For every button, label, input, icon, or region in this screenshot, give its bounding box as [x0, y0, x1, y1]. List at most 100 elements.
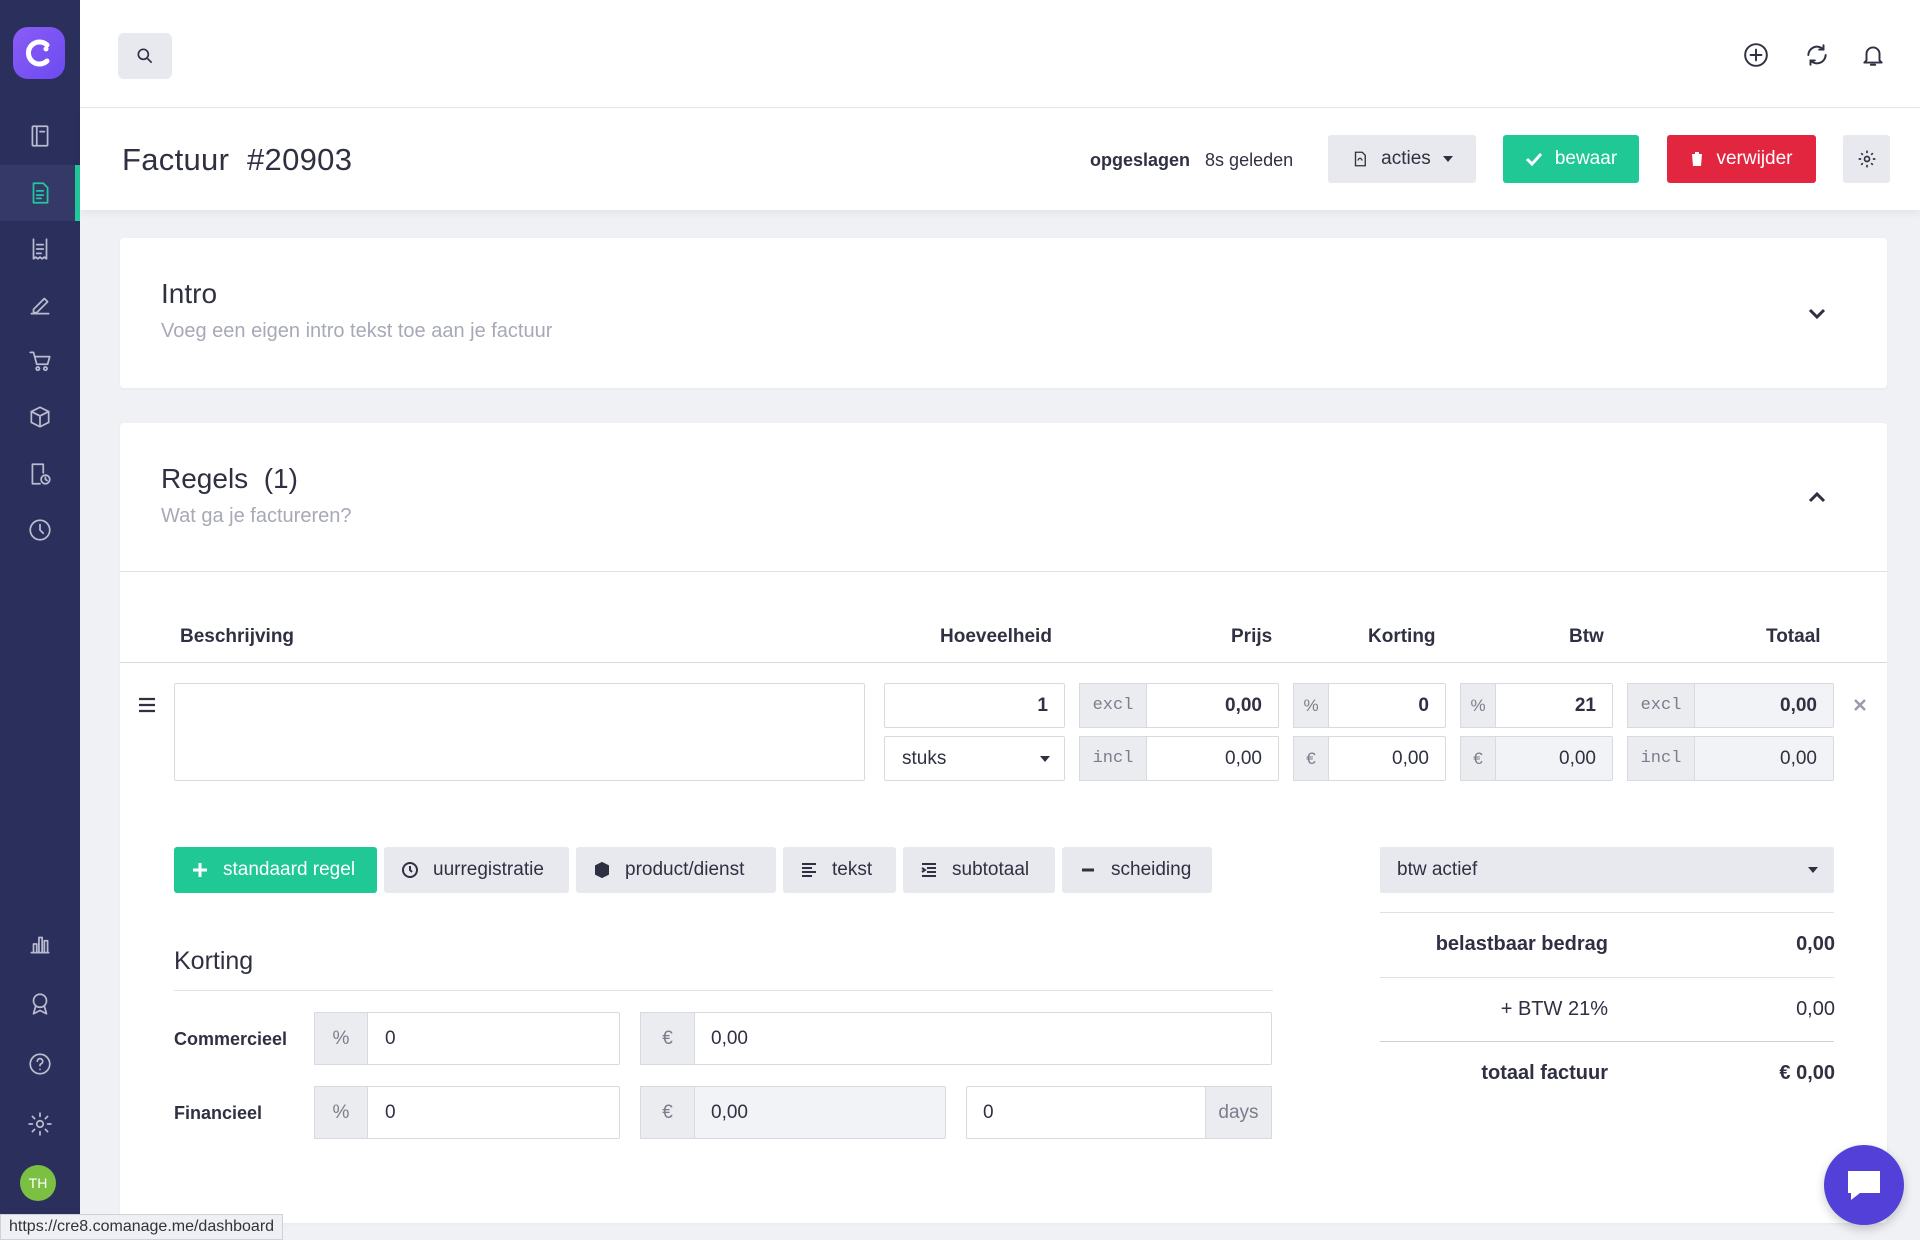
add-circle-icon[interactable] — [1741, 40, 1771, 70]
regels-title: Regels (1) — [161, 463, 298, 494]
unit-value: stuks — [902, 747, 947, 769]
clock-icon[interactable] — [0, 502, 80, 558]
book-icon[interactable] — [0, 108, 80, 164]
add-tekst-label: tekst — [832, 859, 873, 880]
col-korting: Korting — [1368, 626, 1436, 647]
fin-days-field[interactable]: 0 — [966, 1086, 1206, 1139]
search-button[interactable] — [118, 33, 172, 79]
discount-eur-value: 0,00 — [1392, 747, 1429, 769]
acties-button[interactable]: acties — [1328, 135, 1476, 183]
settings-icon[interactable] — [0, 1096, 80, 1152]
cube-icon — [595, 861, 609, 879]
discount-eur-field[interactable]: 0,00 — [1328, 736, 1446, 781]
price-excl-field[interactable]: 0,00 — [1146, 683, 1279, 728]
minus-icon — [1082, 868, 1094, 872]
chart-icon[interactable] — [0, 916, 80, 972]
drag-handle-icon[interactable] — [138, 697, 156, 713]
invoice-icon[interactable] — [0, 165, 80, 221]
add-product-button[interactable]: product/dienst — [576, 847, 776, 893]
commercieel-label: Commercieel — [174, 1029, 288, 1049]
fin-eur-field: 0,00 — [694, 1086, 946, 1139]
clock-icon — [402, 862, 418, 878]
discount-eur-addon: € — [1293, 736, 1329, 781]
invoice-header: Factuur #20903 opgeslagen 8s geleden act… — [80, 108, 1920, 210]
sync-icon[interactable] — [1802, 40, 1832, 70]
discount-pct-field[interactable]: 0 — [1328, 683, 1446, 728]
avatar[interactable]: TH — [20, 1165, 56, 1201]
page-title: Factuur #20903 — [122, 142, 353, 177]
check-icon — [1525, 152, 1542, 166]
receipt-icon[interactable] — [0, 221, 80, 277]
btw-pct-addon: % — [1460, 683, 1496, 728]
add-tekst-button[interactable]: tekst — [783, 847, 896, 893]
add-uur-button[interactable]: uurregistratie — [384, 847, 569, 893]
award-icon[interactable] — [0, 976, 80, 1032]
total-incl-addon: incl — [1627, 736, 1695, 781]
remove-line-icon[interactable] — [1853, 698, 1867, 712]
fin-eur-value: 0,00 — [711, 1101, 748, 1123]
col-btw: Btw — [1569, 626, 1604, 647]
btw-pct-value: 21 — [1574, 694, 1596, 716]
gear-icon — [1858, 150, 1875, 168]
bewaar-button[interactable]: bewaar — [1503, 135, 1639, 183]
intro-title: Intro — [161, 278, 218, 309]
chevron-up-icon[interactable] — [1805, 486, 1829, 510]
total-excl-value: 0,00 — [1780, 694, 1817, 716]
total-incl-value: 0,00 — [1780, 747, 1817, 769]
align-left-icon — [802, 863, 816, 877]
belastbaar-label: belastbaar bedrag — [1435, 933, 1608, 955]
fin-pct-value: 0 — [385, 1101, 396, 1123]
saved-time: 8s geleden — [1205, 150, 1294, 170]
btw-eur-field: 0,00 — [1495, 736, 1613, 781]
comm-pct-value: 0 — [385, 1027, 396, 1049]
fin-eur-addon: € — [640, 1086, 695, 1139]
btw-pct-field[interactable]: 21 — [1495, 683, 1613, 728]
add-standaard-label: standaard regel — [223, 859, 356, 880]
list-indent-icon — [921, 863, 936, 877]
search-icon — [137, 48, 153, 64]
btw-mode-value: btw actief — [1397, 859, 1478, 880]
fin-days-value: 0 — [983, 1101, 994, 1123]
box-icon[interactable] — [0, 389, 80, 445]
fin-pct-field[interactable]: 0 — [367, 1086, 620, 1139]
total-excl-field: 0,00 — [1694, 683, 1834, 728]
caret-down-icon — [1442, 156, 1453, 162]
total-excl-addon: excl — [1627, 683, 1695, 728]
add-standaard-button[interactable]: standaard regel — [174, 847, 377, 893]
add-scheiding-label: scheiding — [1111, 859, 1192, 880]
intro-card[interactable]: Intro Voeg een eigen intro tekst toe aan… — [120, 238, 1887, 388]
verwijder-label: verwijder — [1716, 148, 1793, 169]
price-incl-field[interactable]: 0,00 — [1146, 736, 1279, 781]
bell-icon[interactable] — [1858, 40, 1888, 70]
btw-eur-value: 0,00 — [1559, 747, 1596, 769]
add-subtotaal-button[interactable]: subtotaal — [903, 847, 1055, 893]
col-hoeveelheid: Hoeveelheid — [940, 626, 1052, 647]
add-subtotaal-label: subtotaal — [952, 859, 1030, 880]
verwijder-button[interactable]: verwijder — [1667, 135, 1816, 183]
cart-icon[interactable] — [0, 333, 80, 389]
add-scheiding-button[interactable]: scheiding — [1062, 847, 1212, 893]
c-logo-icon[interactable] — [13, 27, 65, 79]
bewaar-label: bewaar — [1554, 148, 1618, 169]
chevron-down-icon[interactable] — [1805, 301, 1829, 325]
caret-down-icon — [1040, 755, 1050, 762]
help-icon[interactable] — [0, 1036, 80, 1092]
comm-pct-field[interactable]: 0 — [367, 1012, 620, 1065]
timesheet-icon[interactable] — [0, 446, 80, 502]
acties-label: acties — [1381, 148, 1431, 169]
comm-eur-field[interactable]: 0,00 — [694, 1012, 1272, 1065]
comm-pct-addon: % — [314, 1012, 368, 1065]
unit-select[interactable]: stuks — [884, 736, 1065, 781]
description-field[interactable] — [174, 683, 865, 781]
col-prijs: Prijs — [1231, 626, 1273, 647]
btw-eur-addon: € — [1460, 736, 1496, 781]
quantity-value: 1 — [1037, 694, 1048, 716]
price-excl-value: 0,00 — [1225, 694, 1262, 716]
add-uur-label: uurregistratie — [433, 859, 544, 880]
edit-icon[interactable] — [0, 277, 80, 333]
btw-mode-select[interactable]: btw actief — [1380, 847, 1834, 893]
quantity-field[interactable]: 1 — [884, 683, 1065, 728]
invoice-settings-button[interactable] — [1843, 135, 1890, 183]
chat-button[interactable] — [1824, 1145, 1904, 1225]
trash-icon — [1691, 152, 1704, 166]
